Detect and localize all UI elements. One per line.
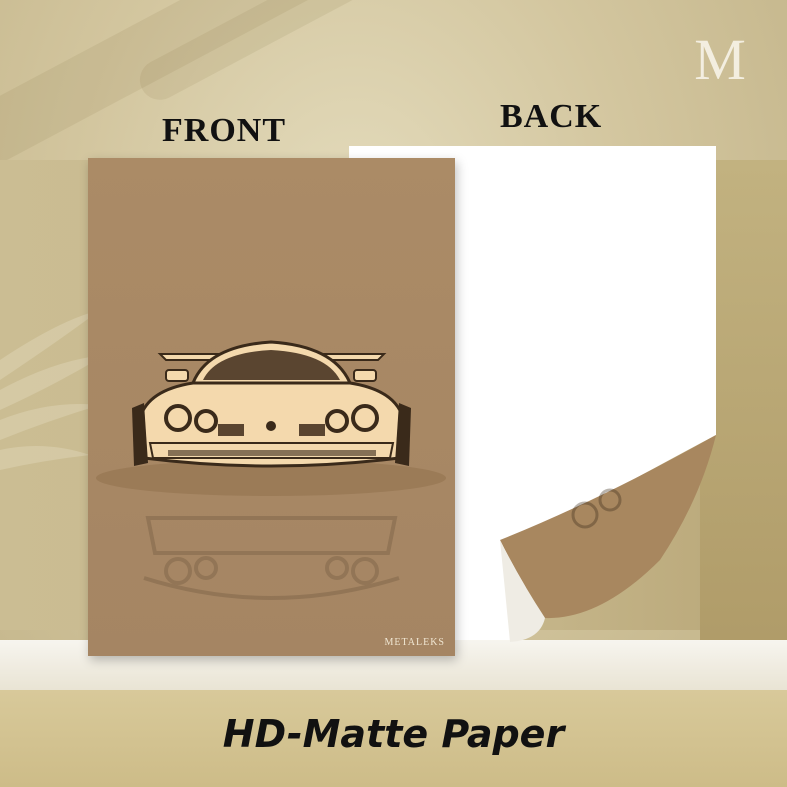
product-title: HD-Matte Paper — [222, 712, 565, 756]
car-illustration-icon — [96, 340, 446, 600]
front-poster: METALEKS — [88, 158, 455, 656]
poster-brand-mark: METALEKS — [384, 637, 445, 648]
product-image: M FRONT BACK METALEKS HD-Matte Paper — [0, 0, 787, 787]
